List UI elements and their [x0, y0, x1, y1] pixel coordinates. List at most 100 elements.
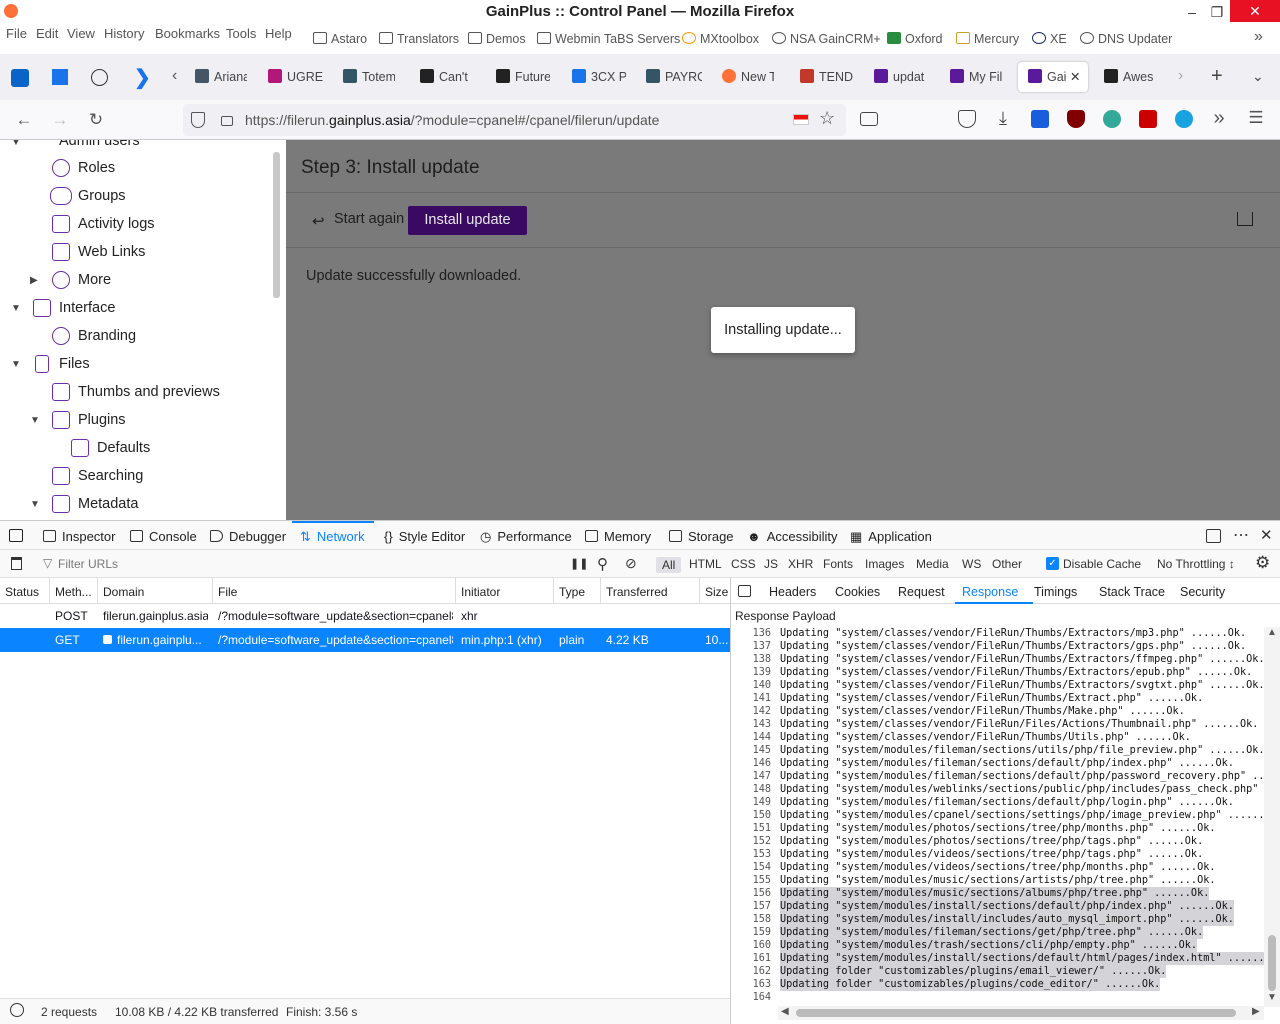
- filter-js[interactable]: JS: [764, 557, 778, 571]
- reload-icon[interactable]: ↻: [85, 110, 107, 130]
- hamburger-menu-icon[interactable]: ☰: [1245, 108, 1267, 128]
- install-update-button[interactable]: Install update: [408, 206, 527, 235]
- sidebar-item-files[interactable]: Files: [59, 356, 90, 372]
- tab-network[interactable]: ⇅ Network: [300, 529, 365, 545]
- menu-view[interactable]: View: [67, 26, 95, 41]
- globe-icon[interactable]: [91, 69, 108, 86]
- sidebar-item-plugins[interactable]: Plugins: [78, 412, 126, 428]
- tab-tend[interactable]: TEND: [800, 62, 854, 92]
- tab-application[interactable]: ▦ Application: [850, 529, 932, 545]
- filter-urls-input[interactable]: Filter URLs: [58, 557, 118, 571]
- filter-media[interactable]: Media: [916, 557, 949, 571]
- extension-green-icon[interactable]: [1103, 110, 1121, 128]
- bookmark-oxford[interactable]: Oxford: [887, 32, 943, 46]
- azure-icon[interactable]: [52, 69, 68, 85]
- scroll-left-icon[interactable]: ◀: [781, 1006, 789, 1017]
- filter-fonts[interactable]: Fonts: [823, 557, 853, 571]
- collapse-interface-icon[interactable]: ▼: [11, 303, 21, 314]
- tab-payro[interactable]: PAYRO: [646, 62, 702, 92]
- tab-console[interactable]: Console: [130, 529, 197, 544]
- col-transferred[interactable]: Transferred: [606, 585, 668, 599]
- table-row[interactable]: POST filerun.gainplus.asia /?module=soft…: [0, 604, 730, 628]
- tab-active-gainplus[interactable]: Gai ✕: [1018, 62, 1088, 92]
- col-initiator[interactable]: Initiator: [461, 585, 500, 599]
- downloads-icon[interactable]: ⤓: [994, 109, 1012, 127]
- bookmark-xe[interactable]: XE: [1032, 32, 1067, 46]
- filter-images[interactable]: Images: [865, 557, 904, 571]
- filter-all[interactable]: All: [656, 557, 682, 573]
- menu-history[interactable]: History: [104, 26, 144, 41]
- toggle-sidebar-icon[interactable]: [738, 585, 751, 597]
- tab-ariana[interactable]: Ariana: [195, 62, 247, 92]
- bookmark-star-icon[interactable]: ☆: [819, 108, 835, 129]
- restore-icon[interactable]: ❐: [1207, 2, 1227, 22]
- collapse-plugins-icon[interactable]: ▼: [30, 415, 40, 426]
- col-file[interactable]: File: [218, 585, 237, 599]
- detail-tab-cookies[interactable]: Cookies: [835, 585, 880, 599]
- list-tabs-icon[interactable]: ⌄: [1252, 68, 1264, 85]
- extensions-overflow-icon[interactable]: »: [1208, 107, 1230, 130]
- menu-help[interactable]: Help: [265, 26, 292, 41]
- ublock-icon[interactable]: [1067, 110, 1085, 128]
- menu-bookmarks[interactable]: Bookmarks: [155, 26, 220, 41]
- tab-style-editor[interactable]: {} Style Editor: [384, 529, 465, 544]
- tab-performance[interactable]: ◷ Performance: [480, 529, 572, 545]
- outlook-icon[interactable]: [11, 69, 29, 87]
- bookmark-demos[interactable]: Demos: [468, 32, 526, 46]
- trash-icon[interactable]: [11, 557, 22, 570]
- col-type[interactable]: Type: [559, 585, 585, 599]
- collapse-metadata-icon[interactable]: ▼: [30, 499, 40, 510]
- url-text[interactable]: https://filerun.gainplus.asia/?module=cp…: [245, 112, 659, 128]
- tab-new[interactable]: New T: [722, 62, 774, 92]
- code-vertical-scrollbar[interactable]: ▲ ▼: [1264, 627, 1280, 1007]
- sidebar-item-interface[interactable]: Interface: [59, 300, 115, 316]
- menu-file[interactable]: File: [6, 26, 27, 41]
- pause-icon[interactable]: ❚❚: [570, 557, 588, 570]
- code-horizontal-scrollbar[interactable]: ◀ ▶: [778, 1006, 1264, 1020]
- scroll-right-icon[interactable]: ▶: [1252, 1006, 1260, 1017]
- sidebar-item-roles[interactable]: Roles: [78, 160, 115, 176]
- table-row-selected[interactable]: 200 GET filerun.gainplu... /?module=soft…: [0, 628, 730, 652]
- bookmark-dns-updater[interactable]: DNS Updater: [1080, 32, 1172, 46]
- filter-xhr[interactable]: XHR: [788, 557, 813, 571]
- bookmark-mxtoolbox[interactable]: MXtoolbox: [682, 32, 759, 46]
- search-icon[interactable]: ⚲: [597, 555, 608, 573]
- sidebar-item-metadata[interactable]: Metadata: [78, 496, 138, 512]
- sidebar-item-admin-users[interactable]: Admin users: [59, 140, 140, 149]
- scroll-thumb[interactable]: [796, 1009, 1236, 1017]
- pocket-icon[interactable]: [958, 110, 976, 128]
- minimize-icon[interactable]: –: [1182, 2, 1202, 22]
- back-icon[interactable]: ←: [13, 110, 35, 130]
- sidebar-item-branding[interactable]: Branding: [78, 328, 136, 344]
- scroll-thumb[interactable]: [1268, 935, 1276, 991]
- col-method[interactable]: Meth...: [55, 585, 92, 599]
- bookmark-astaro[interactable]: Astaro: [313, 32, 367, 46]
- sidebar-item-groups[interactable]: Groups: [78, 188, 126, 204]
- tab-inspector[interactable]: Inspector: [43, 529, 115, 544]
- arrow-pinned-icon[interactable]: ❯: [134, 65, 151, 90]
- tab-ugre[interactable]: UGRE: [268, 62, 324, 92]
- block-icon[interactable]: ⊘: [625, 555, 637, 572]
- tab-storage[interactable]: Storage: [669, 529, 734, 544]
- detail-tab-stack-trace[interactable]: Stack Trace: [1099, 585, 1165, 599]
- tab-accessibility[interactable]: ☻ Accessibility: [747, 529, 837, 544]
- col-size[interactable]: Size: [705, 585, 728, 599]
- scroll-up-icon[interactable]: ▲: [1267, 627, 1277, 638]
- throttling-select[interactable]: No Throttling ↕: [1157, 557, 1235, 571]
- close-window-icon[interactable]: ✕: [1230, 0, 1280, 22]
- menu-edit[interactable]: Edit: [36, 26, 58, 41]
- response-code-view[interactable]: 136 Updating "system/classes/vendor/FileR…: [731, 627, 1266, 1007]
- sidebar-item-web-links[interactable]: Web Links: [78, 244, 145, 260]
- filter-ws[interactable]: WS: [962, 557, 981, 571]
- detail-tab-timings[interactable]: Timings: [1034, 585, 1077, 599]
- close-tab-icon[interactable]: ✕: [1070, 62, 1080, 92]
- lock-icon[interactable]: [221, 116, 233, 126]
- filter-css[interactable]: CSS: [731, 557, 756, 571]
- download-icon[interactable]: [1237, 212, 1253, 226]
- extension-red-icon[interactable]: [1139, 110, 1157, 128]
- tab-totem[interactable]: Totem: [343, 62, 395, 92]
- sidebar-scrollbar[interactable]: [273, 152, 280, 298]
- tab-3cx[interactable]: 3CX P: [572, 62, 626, 92]
- col-status[interactable]: Status: [5, 585, 39, 599]
- shield-icon[interactable]: [191, 112, 205, 128]
